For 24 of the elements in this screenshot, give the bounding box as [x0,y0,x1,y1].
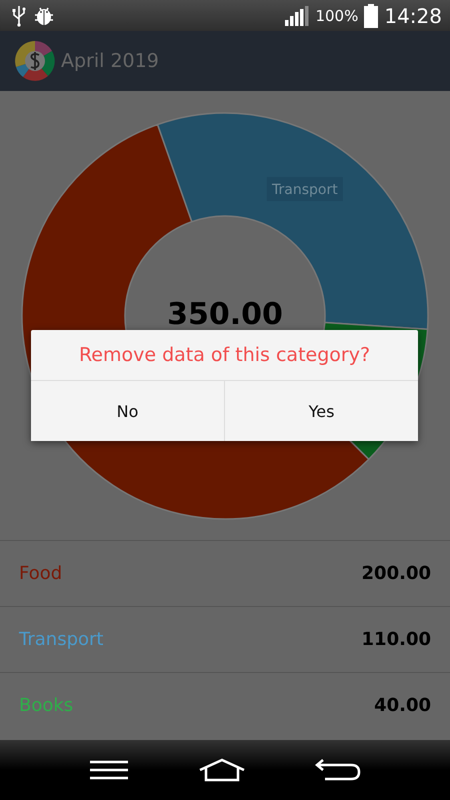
app-title: April 2019 [61,50,159,72]
category-amount: 200.00 [362,563,431,584]
category-name: Transport [19,629,104,650]
clock: 14:28 [384,4,442,28]
logo-icon [15,41,55,81]
category-name: Books [19,695,74,716]
dialog-button[interactable]: No [31,381,224,441]
dialog-button[interactable]: Yes [224,381,418,441]
usb-icon [12,4,26,26]
category-amount: 110.00 [362,629,431,650]
category-row[interactable]: Food 200.00 [0,541,450,607]
signal-icon [285,6,310,26]
slice-label: Transport [266,177,343,202]
total-amount: 350.00 [167,297,283,332]
bug-icon [32,4,56,26]
category-row[interactable]: Books 40.00 [0,673,450,738]
back-icon[interactable] [314,758,361,782]
battery-icon [364,4,378,28]
category-amount: 40.00 [374,695,431,716]
category-row[interactable]: Transport 110.00 [0,607,450,673]
battery-percent: 100% [315,6,358,24]
menu-icon[interactable] [89,760,130,780]
category-name: Food [19,563,62,584]
home-icon[interactable] [198,758,246,782]
